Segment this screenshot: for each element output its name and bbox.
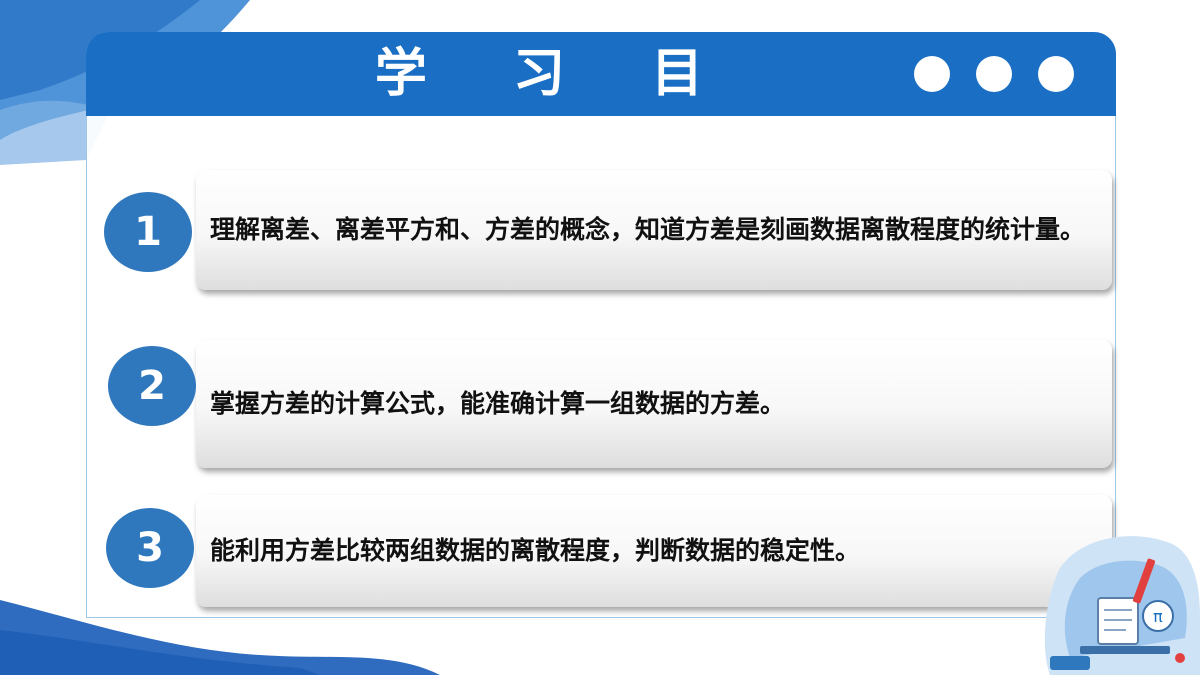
math-tools-illustration-icon: π: [1044, 536, 1200, 675]
objective-text-2: 掌握方差的计算公式，能准确计算一组数据的方差。: [210, 389, 786, 418]
objective-number-2: 2: [108, 346, 196, 426]
objective-number-3: 3: [106, 508, 194, 588]
svg-text:π: π: [1153, 607, 1163, 626]
objective-number-1: 1: [104, 192, 192, 272]
header-dot-2: [976, 56, 1012, 92]
objective-box-2: 掌握方差的计算公式，能准确计算一组数据的方差。: [196, 340, 1112, 468]
page-title: 学 习 目 标: [374, 44, 738, 188]
objective-box-3: 能利用方差比较两组数据的离散程度，判断数据的稳定性。: [196, 495, 1112, 607]
header-dot-1: [914, 56, 950, 92]
objective-box-1: 理解离差、离差平方和、方差的概念，知道方差是刻画数据离散程度的统计量。: [196, 170, 1112, 290]
objective-text-3: 能利用方差比较两组数据的离散程度，判断数据的稳定性。: [210, 536, 861, 565]
header-bar: 学 习 目 标: [86, 32, 1116, 188]
objective-text-1: 理解离差、离差平方和、方差的概念，知道方差是刻画数据离散程度的统计量。: [210, 215, 1086, 244]
header-dot-3: [1038, 56, 1074, 92]
